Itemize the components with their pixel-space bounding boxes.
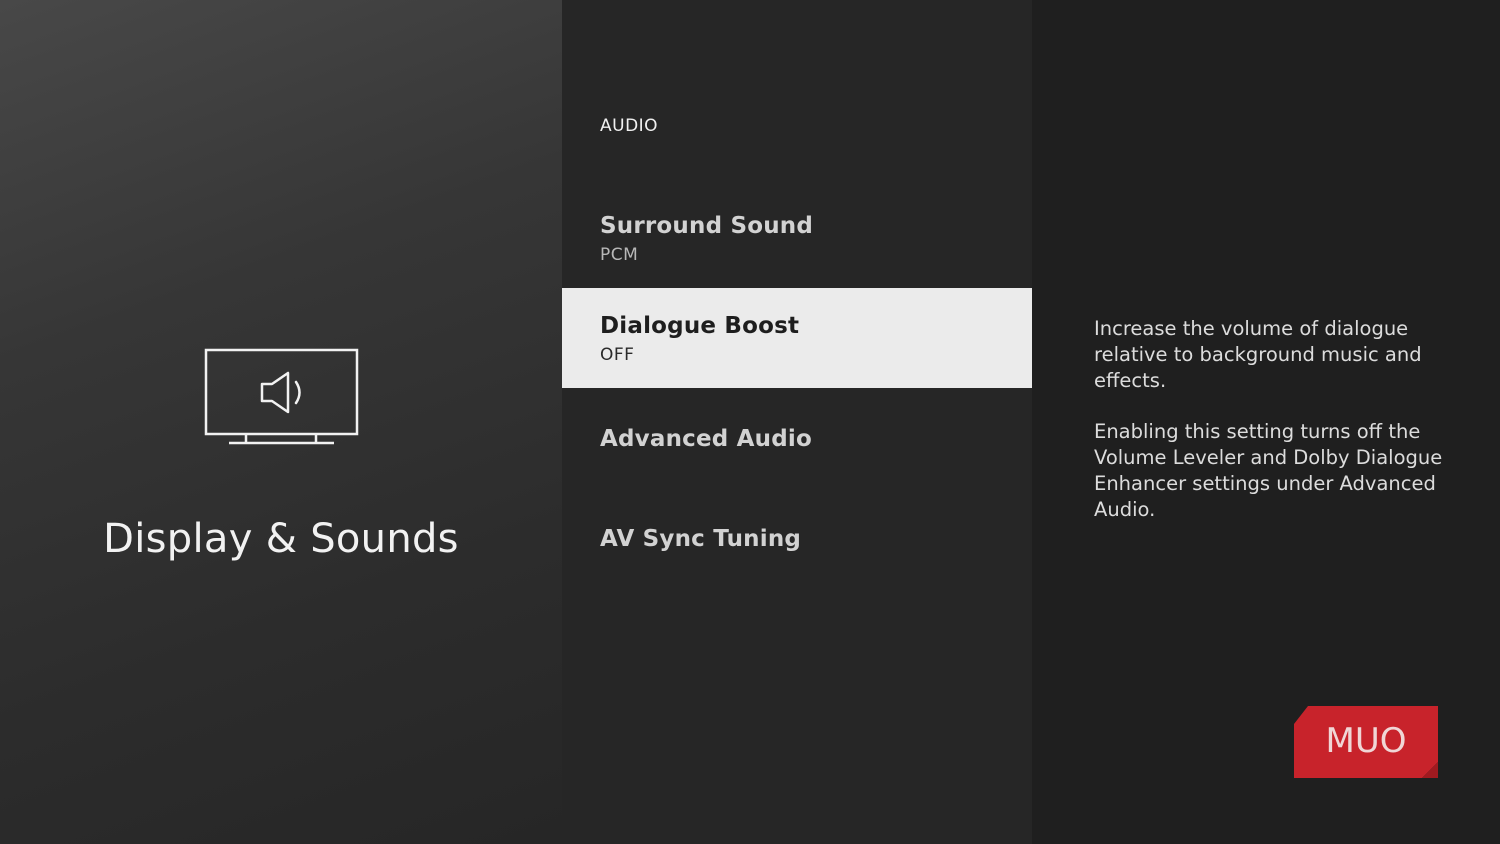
muo-watermark-logo: MUO [1294, 706, 1438, 778]
category-panel: Display & Sounds [0, 0, 562, 844]
description-paragraph-2: Enabling this setting turns off the Volu… [1094, 420, 1443, 521]
description-paragraph-1: Increase the volume of dialogue relative… [1094, 317, 1422, 392]
menu-item-label: Dialogue Boost [600, 313, 800, 339]
fire-tv-settings-screen: Display & Sounds AUDIO Surround Sound PC… [0, 0, 1500, 844]
menu-item-label: Surround Sound [600, 213, 814, 239]
section-header: AUDIO [600, 116, 659, 136]
description-panel: Increase the volume of dialogue relative… [1032, 0, 1500, 844]
audio-menu-panel: AUDIO Surround Sound PCM Dialogue Boost … [562, 0, 1032, 844]
menu-item-label: AV Sync Tuning [600, 526, 802, 552]
watermark-text: MUO [1326, 721, 1407, 761]
menu-item-av-sync-tuning[interactable]: AV Sync Tuning [562, 500, 1032, 600]
menu-item-dialogue-boost[interactable]: Dialogue Boost OFF [562, 288, 1032, 388]
setting-description: Increase the volume of dialogue relative… [1094, 316, 1474, 548]
tv-speaker-icon [204, 348, 359, 445]
menu-item-label: Advanced Audio [600, 426, 812, 452]
menu-item-value: OFF [600, 345, 635, 365]
menu-item-surround-sound[interactable]: Surround Sound PCM [562, 188, 1032, 288]
menu-item-value: PCM [600, 245, 639, 265]
menu-item-advanced-audio[interactable]: Advanced Audio [562, 400, 1032, 500]
category-title: Display & Sounds [103, 516, 459, 562]
